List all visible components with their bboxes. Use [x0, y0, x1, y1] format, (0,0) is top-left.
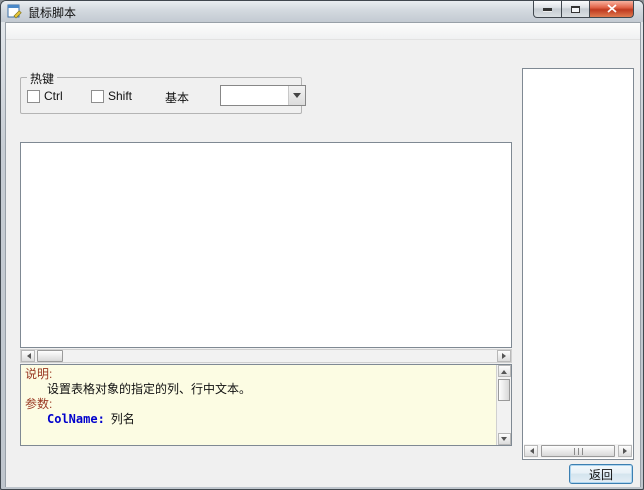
hotkey-dropdown-value [221, 86, 288, 105]
bottom-tab-strip [6, 445, 512, 462]
help-vertical-scrollbar[interactable] [496, 365, 511, 445]
shift-checkbox-field: Shift [91, 89, 132, 103]
app-icon [7, 3, 23, 19]
editor-horizontal-scrollbar[interactable] [20, 349, 512, 363]
scroll-left-button[interactable] [21, 350, 35, 362]
hotkey-dropdown[interactable] [220, 85, 306, 106]
close-icon [607, 0, 617, 18]
scrollbar-thumb[interactable] [37, 350, 63, 362]
code-editor[interactable] [20, 142, 512, 348]
ctrl-checkbox[interactable] [27, 90, 40, 103]
param-name: ColName: [47, 412, 105, 426]
scroll-down-button[interactable] [498, 433, 511, 445]
description-label: 说明: [25, 367, 493, 382]
maximize-button[interactable] [562, 1, 589, 18]
client-area: 热键 Ctrl Shift 基本 [5, 22, 641, 487]
symbol-tree-panel [522, 68, 634, 460]
scroll-left-button[interactable] [524, 445, 538, 457]
hotkey-group: 热键 Ctrl Shift 基本 [20, 77, 302, 114]
return-button[interactable]: 返回 [569, 464, 633, 484]
minimize-icon [543, 8, 552, 11]
app-window: 鼠标脚本 热键 Ctrl Shift 基本 [0, 0, 644, 490]
menu-bar [6, 23, 640, 40]
tree-horizontal-scrollbar[interactable] [524, 444, 632, 458]
scroll-right-button[interactable] [618, 445, 632, 457]
scrollbar-thumb[interactable] [541, 445, 615, 457]
close-button[interactable] [589, 1, 634, 18]
arrow-up-icon [501, 367, 507, 374]
thumb-grip [574, 448, 583, 455]
help-panel: 说明: 设置表格对象的指定的列、行中文本。 参数: ColName: 列名 [20, 364, 512, 446]
arrow-left-icon [527, 448, 534, 454]
arrow-left-icon [24, 353, 31, 359]
minimize-button[interactable] [533, 1, 562, 18]
scroll-right-button[interactable] [497, 350, 511, 362]
shift-checkbox[interactable] [91, 90, 104, 103]
description-text: 设置表格对象的指定的列、行中文本。 [25, 382, 493, 397]
ctrl-checkbox-label: Ctrl [44, 89, 63, 103]
arrow-right-icon [502, 353, 509, 359]
basic-label: 基本 [165, 89, 189, 106]
arrow-right-icon [623, 448, 630, 454]
titlebar[interactable]: 鼠标脚本 [1, 1, 643, 22]
scrollbar-thumb[interactable] [498, 379, 510, 401]
param-desc: 列名 [111, 412, 135, 426]
scroll-up-button[interactable] [498, 365, 511, 377]
dropdown-button[interactable] [288, 86, 305, 105]
window-title: 鼠标脚本 [28, 4, 76, 21]
chevron-down-icon [293, 93, 301, 102]
hotkey-group-label: 热键 [27, 70, 57, 87]
tree-view [523, 69, 633, 75]
window-controls [533, 1, 634, 18]
arrow-down-icon [501, 437, 507, 444]
param-line: ColName: 列名 [25, 412, 493, 427]
shift-checkbox-label: Shift [108, 89, 132, 103]
ctrl-checkbox-field: Ctrl [27, 89, 63, 103]
params-label: 参数: [25, 397, 493, 412]
toolbar [6, 41, 640, 65]
maximize-icon [571, 6, 580, 13]
help-content: 说明: 设置表格对象的指定的列、行中文本。 参数: ColName: 列名 [25, 367, 493, 427]
